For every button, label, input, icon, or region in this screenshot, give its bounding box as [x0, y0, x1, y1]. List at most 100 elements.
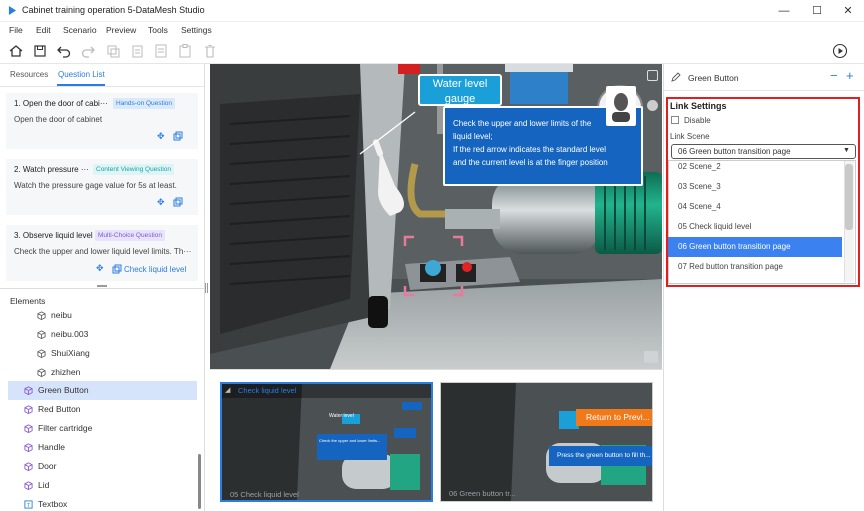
move-icon[interactable]: ✥: [157, 197, 165, 208]
thumbnail-footer: 05 Check liquid level: [230, 490, 299, 499]
cube-purple-icon: [24, 424, 33, 433]
play-icon[interactable]: [832, 43, 848, 59]
chevron-down-icon[interactable]: ▼: [843, 147, 850, 154]
element-name[interactable]: Green Button: [688, 73, 739, 83]
scene-thumbnail[interactable]: Return to Previ... Press the green butto…: [440, 382, 653, 502]
edit-pencil-icon[interactable]: [671, 72, 681, 82]
list-view-icon[interactable]: [644, 351, 658, 363]
dropdown-option[interactable]: 02 Scene_2: [668, 157, 842, 177]
dropdown-option[interactable]: 04 Scene_4: [668, 197, 842, 217]
question-card[interactable]: 3. Observe liquid level Multi-Choice Que…: [6, 225, 198, 281]
title-bar: Cabinet training operation 5-DataMesh St…: [0, 0, 864, 22]
question-type-badge: Hands-on Question: [113, 98, 176, 109]
question-description: Check the upper and lower liquid level l…: [14, 247, 192, 256]
dropdown-option[interactable]: 07 Red button transition page: [668, 257, 842, 277]
list-item[interactable]: T Textbox: [0, 495, 205, 511]
avatar[interactable]: [606, 86, 636, 126]
menu-file[interactable]: File: [9, 25, 23, 35]
clipboard-icon[interactable]: [177, 43, 193, 59]
link-icon[interactable]: [173, 131, 183, 141]
dropdown-option[interactable]: 03 Scene_3: [668, 177, 842, 197]
app-logo-icon: [8, 6, 17, 15]
tab-question-list[interactable]: Question List: [58, 70, 105, 79]
list-item[interactable]: neibu: [0, 306, 205, 325]
camera-icon[interactable]: [647, 70, 658, 81]
toolbar: [0, 38, 864, 64]
callout-line: liquid level;: [453, 132, 493, 141]
scene-thumbnail-selected[interactable]: ◢ Check liquid level Water level Check t…: [220, 382, 433, 502]
instruction-caption: Press the green button to fill th...: [549, 446, 652, 466]
menu-tools[interactable]: Tools: [148, 25, 168, 35]
minimize-button[interactable]: —: [774, 3, 794, 19]
list-item[interactable]: Red Button: [0, 400, 205, 419]
water-level-label[interactable]: Water level gauge: [418, 74, 502, 106]
menu-preview[interactable]: Preview: [106, 25, 136, 35]
callout-line: and the current level is at the finger p…: [453, 158, 608, 167]
scene-thumbnail-strip: ◢ Check liquid level Water level Check t…: [210, 369, 662, 511]
divider: [664, 90, 864, 91]
collapse-arrow-icon[interactable]: [647, 100, 658, 111]
elements-scrollbar[interactable]: [198, 454, 201, 509]
question-title: 3. Observe liquid level: [14, 231, 93, 240]
thumbnail-footer: 06 Green button tr...: [449, 489, 516, 498]
collapse-minus-icon[interactable]: −: [830, 68, 838, 83]
link-icon[interactable]: [112, 264, 122, 274]
cube-outline-icon: [37, 311, 46, 320]
scene-viewport[interactable]: Water level gauge Check the upper and lo…: [210, 64, 662, 369]
cube-outline-icon: [37, 330, 46, 339]
cube-outline-icon: [37, 349, 46, 358]
list-item[interactable]: zhizhen: [0, 363, 205, 382]
document-icon[interactable]: [153, 43, 169, 59]
home-icon[interactable]: [8, 43, 24, 59]
undo-icon[interactable]: [56, 43, 72, 59]
water-level-label-line1: Water level: [432, 78, 488, 90]
list-item[interactable]: Lid: [0, 476, 205, 495]
splitter-handle[interactable]: [97, 285, 107, 287]
list-item[interactable]: Door: [0, 457, 205, 476]
textbox-icon: T: [24, 500, 33, 509]
copy-icon[interactable]: [105, 43, 121, 59]
move-icon[interactable]: ✥: [96, 263, 104, 274]
paste-icon[interactable]: [129, 43, 145, 59]
menu-bar: File Edit Scenario Preview Tools Setting…: [0, 22, 864, 38]
question-title: 2. Watch pressure ···: [14, 165, 89, 174]
cube-purple-icon: [24, 386, 33, 395]
dropdown-scrollbar-thumb[interactable]: [845, 164, 853, 230]
question-card[interactable]: 1. Open the door of cabi··· Hands-on Que…: [6, 93, 198, 149]
save-icon[interactable]: [32, 43, 48, 59]
tab-divider: [0, 86, 205, 87]
disable-checkbox[interactable]: [671, 116, 679, 124]
list-item[interactable]: ShuiXiang: [0, 344, 205, 363]
dropdown-option-selected[interactable]: 06 Green button transition page: [668, 237, 842, 257]
list-item[interactable]: Filter cartridge: [0, 419, 205, 438]
list-item-selected[interactable]: Green Button: [8, 381, 197, 400]
tab-resources[interactable]: Resources: [10, 70, 48, 79]
move-icon[interactable]: ✥: [157, 131, 165, 142]
link-settings-title: Link Settings: [670, 101, 727, 111]
linked-scene-link[interactable]: Check liquid level: [124, 265, 186, 274]
dropdown-option[interactable]: 05 Check liquid level: [668, 217, 842, 237]
maximize-button[interactable]: ☐: [807, 3, 827, 19]
list-item[interactable]: neibu.003: [0, 325, 205, 344]
thumbnail-title: Check liquid level: [238, 386, 297, 395]
question-card[interactable]: 2. Watch pressure ··· Content Viewing Qu…: [6, 159, 198, 215]
cube-outline-icon: [37, 368, 46, 377]
menu-scenario[interactable]: Scenario: [63, 25, 97, 35]
elements-header: Elements: [10, 296, 46, 306]
panel-splitter[interactable]: [0, 288, 205, 289]
question-type-badge: Multi-Choice Question: [95, 230, 165, 241]
cube-purple-icon: [24, 443, 33, 452]
thumbnail-inner-text: Check the upper and lower limits...: [319, 438, 381, 443]
callout-line: If the red arrow indicates the standard …: [453, 145, 606, 154]
add-plus-icon[interactable]: +: [846, 68, 854, 83]
close-button[interactable]: ✕: [838, 3, 858, 19]
list-item[interactable]: Handle: [0, 438, 205, 457]
link-icon[interactable]: [173, 197, 183, 207]
panel-resize-grip[interactable]: [205, 283, 208, 293]
menu-edit[interactable]: Edit: [36, 25, 51, 35]
delete-icon[interactable]: [202, 43, 218, 59]
chevron-down-icon[interactable]: ◢: [225, 386, 230, 394]
redo-icon[interactable]: [80, 43, 96, 59]
menu-settings[interactable]: Settings: [181, 25, 212, 35]
question-description: Watch the pressure gage value for 5s at …: [14, 181, 177, 190]
